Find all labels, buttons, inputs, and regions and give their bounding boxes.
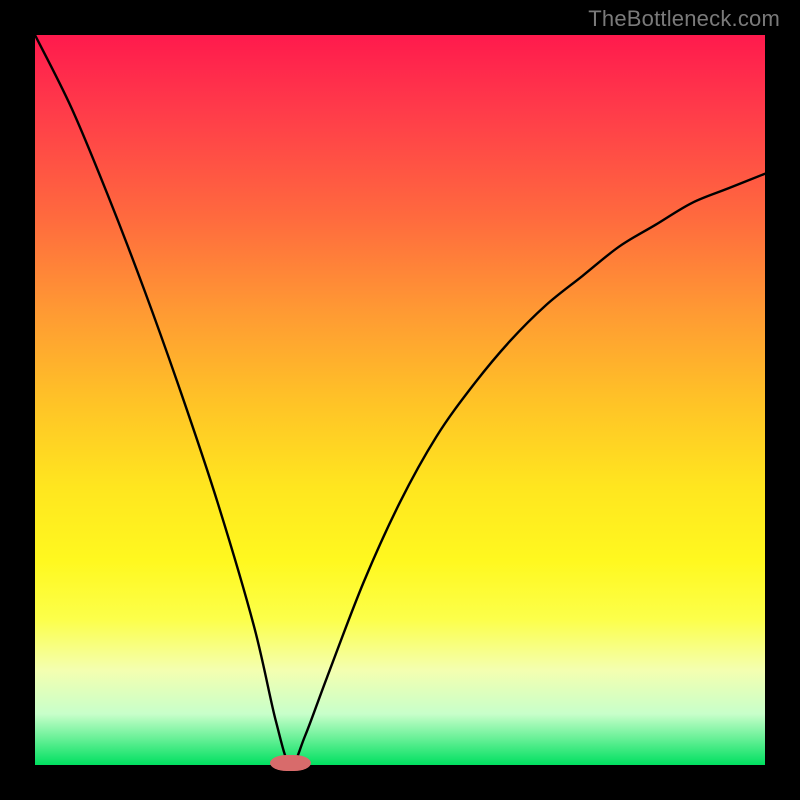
- plot-area: [35, 35, 765, 765]
- bottleneck-curve: [35, 35, 765, 765]
- chart-frame: TheBottleneck.com: [0, 0, 800, 800]
- watermark-text: TheBottleneck.com: [588, 6, 780, 32]
- minimum-marker: [270, 755, 310, 771]
